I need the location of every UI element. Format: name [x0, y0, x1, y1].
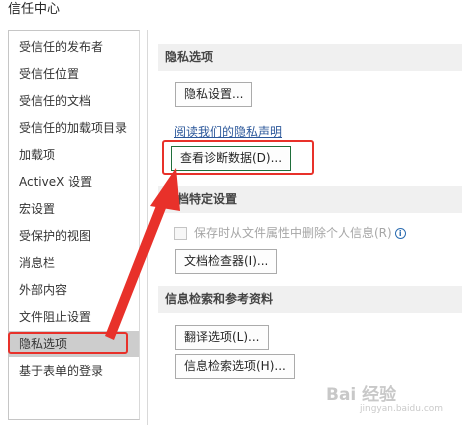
sidebar-item-form-based-signin[interactable]: 基于表单的登录 — [9, 358, 139, 384]
watermark-url: jingyan.baidu.com — [360, 404, 444, 414]
document-inspector-button[interactable]: 文档检查器(I)... — [175, 249, 278, 274]
remove-personal-info-label: 保存时从文件属性中删除个人信息(R) — [194, 226, 392, 240]
document-specific-settings-heading: 文档特定设置 — [158, 186, 462, 213]
info-icon: i — [394, 227, 406, 239]
window-title: 信任中心 — [8, 2, 61, 17]
sidebar-item-activex-settings[interactable]: ActiveX 设置 — [9, 169, 139, 195]
sidebar: 受信任的发布者 受信任位置 受信任的文档 受信任的加载项目录 加载项 Activ… — [8, 30, 140, 420]
remove-personal-info-row: 保存时从文件属性中删除个人信息(R) i — [174, 225, 406, 241]
sidebar-item-trusted-documents[interactable]: 受信任的文档 — [9, 88, 139, 114]
privacy-statement-link[interactable]: 阅读我们的隐私声明 — [174, 123, 282, 140]
sidebar-item-trusted-addin-catalogs[interactable]: 受信任的加载项目录 — [9, 115, 139, 141]
sidebar-item-trusted-publishers[interactable]: 受信任的发布者 — [9, 34, 139, 60]
sidebar-item-addins[interactable]: 加载项 — [9, 142, 139, 168]
privacy-settings-button[interactable]: 隐私设置... — [175, 82, 253, 107]
sidebar-item-macro-settings[interactable]: 宏设置 — [9, 196, 139, 222]
watermark-logo: Bai 经验 — [326, 385, 397, 405]
research-options-button[interactable]: 信息检索选项(H)... — [175, 354, 295, 379]
sidebar-item-external-content[interactable]: 外部内容 — [9, 277, 139, 303]
diagnostics-button-highlight — [162, 140, 314, 175]
privacy-options-highlight — [8, 332, 128, 354]
checkbox-icon[interactable] — [174, 226, 187, 240]
sidebar-item-message-bar[interactable]: 消息栏 — [9, 250, 139, 276]
sidebar-item-file-block-settings[interactable]: 文件阻止设置 — [9, 304, 139, 330]
translation-options-button[interactable]: 翻译选项(L)... — [175, 325, 269, 350]
settings-panel: 隐私选项 隐私设置... 阅读我们的隐私声明 查看诊断数据(D)... 文档特定… — [147, 30, 462, 425]
sidebar-item-protected-view[interactable]: 受保护的视图 — [9, 223, 139, 249]
sidebar-item-trusted-locations[interactable]: 受信任位置 — [9, 61, 139, 87]
research-reference-heading: 信息检索和参考资料 — [158, 286, 462, 313]
privacy-options-heading: 隐私选项 — [158, 44, 462, 71]
